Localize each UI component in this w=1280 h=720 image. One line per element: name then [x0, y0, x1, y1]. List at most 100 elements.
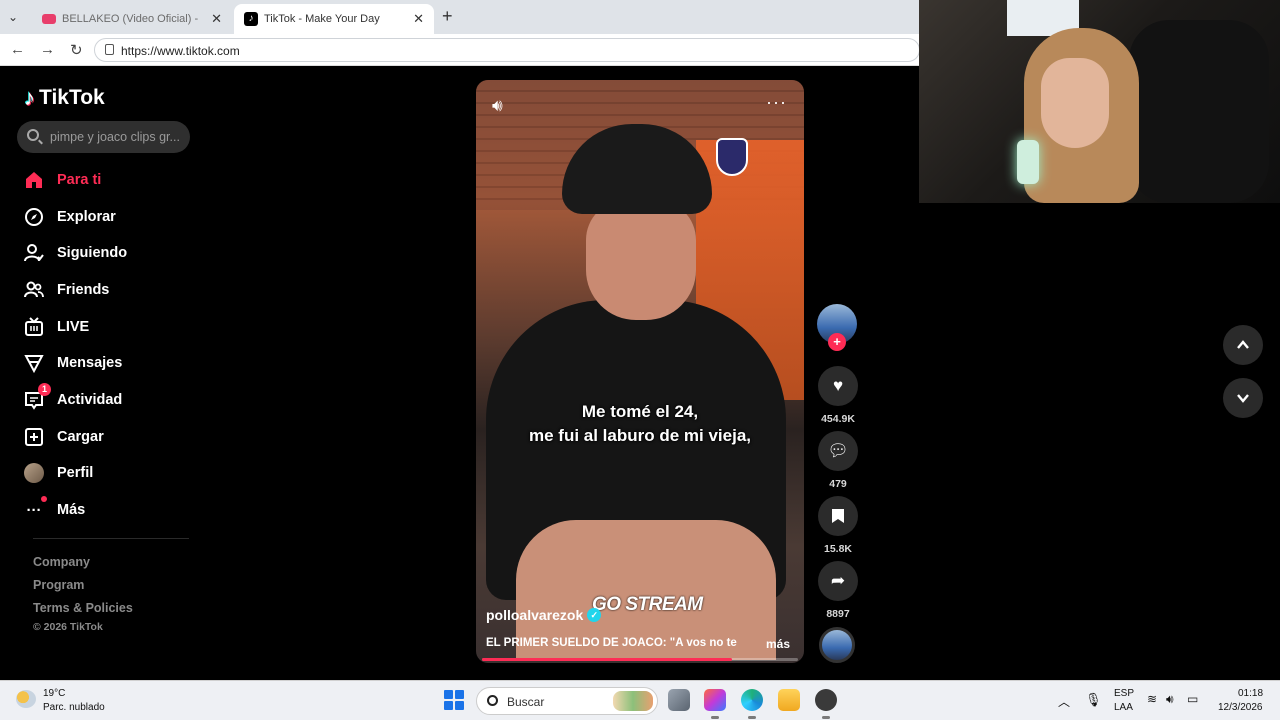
language-indicator[interactable]: LAA: [1114, 702, 1133, 713]
like-count: 454.9K: [821, 413, 855, 425]
webcam-lamp: [1017, 140, 1039, 184]
language-indicator[interactable]: ESP: [1114, 688, 1134, 699]
tab-list-chevron-icon[interactable]: ⌄: [8, 10, 18, 24]
volume-icon[interactable]: 🔊︎: [492, 96, 503, 116]
copyright: © 2026 TikTok: [33, 621, 103, 633]
webcam-person: [1041, 58, 1109, 148]
weather-temp: 19°C: [43, 688, 66, 699]
taskbar-search[interactable]: Buscar: [476, 687, 658, 715]
browser-tab-bar: ⌄ BELLAKEO (Video Oficial) - Peso Pl ✕ ♪…: [0, 0, 920, 34]
windows-start-icon[interactable]: [444, 690, 464, 710]
video-description: EL PRIMER SUELDO DE JOACO: "A vos no te: [486, 637, 737, 649]
nav-label: Mensajes: [57, 355, 123, 371]
lock-icon: [105, 44, 114, 55]
nav-explore[interactable]: Explorar: [24, 205, 116, 229]
music-disc-avatar[interactable]: [819, 627, 855, 663]
search-input[interactable]: pimpe y joaco clips gr...: [17, 121, 190, 153]
nav-friends[interactable]: Friends: [24, 278, 109, 302]
url-text[interactable]: https://www.tiktok.com: [121, 44, 240, 58]
caption-line: Me tomé el 24,: [581, 402, 699, 421]
tiktok-note-icon: ♪: [24, 85, 35, 110]
tab-youtube[interactable]: BELLAKEO (Video Oficial) - Peso Pl ✕: [32, 4, 232, 34]
following-icon: [24, 243, 44, 263]
clock-date[interactable]: 12/3/2026: [1218, 702, 1263, 713]
tab-tiktok[interactable]: ♪ TikTok - Make Your Day ✕: [234, 4, 434, 34]
reload-icon[interactable]: ↻: [70, 41, 83, 59]
save-action[interactable]: 15.8K: [817, 496, 859, 555]
url-field[interactable]: https://www.tiktok.com: [94, 38, 920, 62]
divider: [33, 538, 189, 539]
compass-icon: [24, 207, 44, 227]
live-icon: [24, 317, 44, 337]
copilot-icon[interactable]: [704, 689, 726, 711]
author-name[interactable]: polloalvarezok: [486, 607, 583, 623]
wifi-icon[interactable]: ≋: [1147, 692, 1157, 706]
messages-icon: [24, 353, 44, 373]
battery-icon[interactable]: ▭: [1187, 692, 1198, 706]
footer-link-program[interactable]: Program: [33, 578, 84, 592]
nav-for-you[interactable]: Para ti: [24, 168, 101, 192]
tiktok-logo[interactable]: ♪ TikTok: [24, 85, 105, 111]
edge-icon[interactable]: [741, 689, 763, 711]
nav-following[interactable]: Siguiendo: [24, 241, 127, 265]
microphone-icon[interactable]: 🎙︎: [1085, 692, 1102, 708]
nav-upload[interactable]: Cargar: [24, 425, 104, 449]
progress-fill: [482, 658, 732, 661]
taskbar: 19°C Parc. nublado Buscar ︿ 🎙︎ ESP LAA ≋…: [0, 680, 1280, 720]
bookmark-icon[interactable]: [818, 496, 858, 536]
activity-icon: 1: [24, 383, 51, 410]
share-count: 8897: [826, 608, 850, 620]
nav-label: Actividad: [57, 392, 123, 408]
close-icon[interactable]: ✕: [413, 11, 424, 27]
nav-label: Más: [57, 502, 86, 518]
follow-plus-icon[interactable]: +: [828, 333, 846, 351]
address-bar: ← → ↻ https://www.tiktok.com: [0, 34, 920, 66]
share-icon[interactable]: ➦: [818, 561, 858, 601]
youtube-icon: [42, 14, 56, 24]
video-person: [586, 200, 696, 320]
footer-link-terms[interactable]: Terms & Policies: [33, 601, 133, 615]
comment-icon[interactable]: 💬︎: [818, 431, 858, 471]
new-tab-icon[interactable]: +: [442, 6, 453, 27]
nav-label: Explorar: [57, 209, 116, 225]
nav-messages[interactable]: Mensajes: [24, 351, 122, 375]
nav-profile[interactable]: Perfil: [24, 461, 93, 485]
footer-link-company[interactable]: Company: [33, 555, 90, 569]
progress-bar[interactable]: [482, 658, 798, 661]
watermark: GO STREAM: [592, 594, 703, 615]
webcam-chair: [1129, 20, 1269, 203]
forward-icon[interactable]: →: [40, 41, 55, 58]
task-view-icon[interactable]: [668, 689, 690, 711]
heart-icon[interactable]: ♥: [818, 366, 858, 406]
nav-label: Friends: [57, 282, 110, 298]
back-icon[interactable]: ←: [10, 41, 25, 58]
comment-action[interactable]: 💬︎ 479: [817, 431, 859, 490]
nav-live[interactable]: LIVE: [24, 315, 89, 339]
nav-label: Cargar: [57, 429, 104, 445]
nav-label: LIVE: [57, 319, 90, 335]
nav-activity[interactable]: 1 Actividad: [24, 383, 123, 412]
clock-time[interactable]: 01:18: [1238, 688, 1263, 699]
nav-more[interactable]: ··· Más: [24, 496, 86, 522]
active-indicator: [748, 716, 756, 719]
webcam-overlay: [919, 0, 1280, 203]
active-indicator: [711, 716, 719, 719]
upload-icon: [24, 427, 44, 447]
video-player[interactable]: 🔊︎ ··· Me tomé el 24, me fui al laburo d…: [476, 80, 804, 663]
close-icon[interactable]: ✕: [211, 11, 222, 27]
volume-icon[interactable]: 🔊︎: [1166, 692, 1174, 707]
obs-icon[interactable]: [815, 689, 837, 711]
file-explorer-icon[interactable]: [778, 689, 800, 711]
video-author[interactable]: polloalvarezok ✓: [486, 607, 602, 623]
nav-label: Perfil: [57, 465, 94, 481]
comment-count: 479: [829, 478, 847, 490]
tab-title: BELLAKEO (Video Oficial) - Peso Pl: [62, 13, 202, 25]
scroll-down-button[interactable]: [1223, 378, 1263, 418]
more-description-button[interactable]: más: [766, 637, 790, 651]
scroll-up-button[interactable]: [1223, 325, 1263, 365]
tray-chevron-icon[interactable]: ︿: [1058, 693, 1070, 710]
more-options-icon[interactable]: ···: [766, 92, 787, 113]
share-action[interactable]: ➦ 8897: [817, 561, 859, 620]
like-action[interactable]: ♥ 454.9K: [817, 366, 859, 425]
weather-icon: [16, 690, 36, 708]
